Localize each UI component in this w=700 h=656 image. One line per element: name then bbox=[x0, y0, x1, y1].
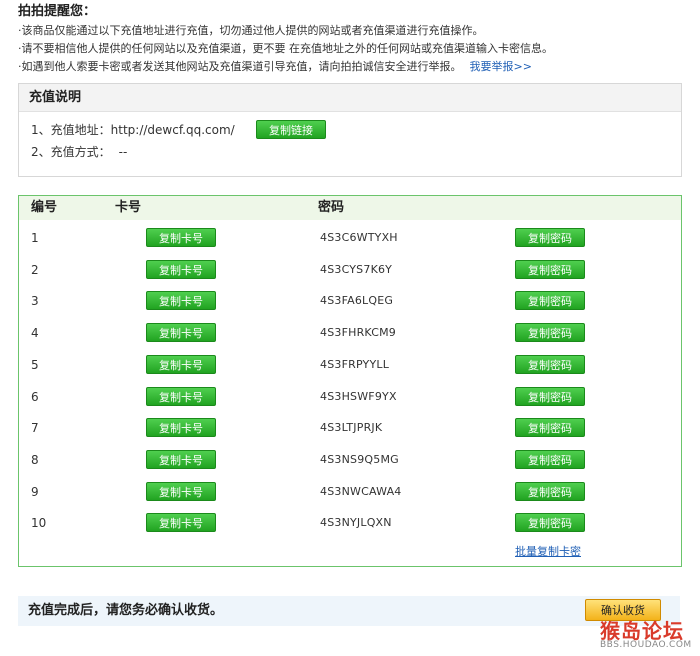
notice-line-1: ·该商品仅能通过以下充值地址进行充值，切勿通过他人提供的网站或者充值渠道进行充值… bbox=[18, 24, 484, 37]
card-password: 4S3CYS7K6Y bbox=[320, 263, 393, 276]
copy-password-button[interactable]: 复制密码 bbox=[515, 387, 585, 406]
table-row: 3 复制卡号 4S3FA6LQEG 复制密码 bbox=[19, 289, 681, 313]
card-table-header: 编号 卡号 密码 bbox=[19, 196, 681, 220]
card-password: 4S3NS9Q5MG bbox=[320, 453, 399, 466]
copy-password-button[interactable]: 复制密码 bbox=[515, 418, 585, 437]
card-table: 编号 卡号 密码 1 复制卡号 4S3C6WTYXH 复制密码 2 复制卡号 4S3CYS7… bbox=[18, 195, 682, 567]
copy-card-button[interactable]: 复制卡号 bbox=[146, 323, 216, 342]
table-row: 8 复制卡号 4S3NS9Q5MG 复制密码 bbox=[19, 448, 681, 472]
row-number: 7 bbox=[31, 421, 39, 435]
card-password: 4S3NYJLQXN bbox=[320, 516, 392, 529]
notice-line-3-text: ·如遇到他人索要卡密或者发送其他网站及充值渠道引导充值，请向拍拍诚信安全进行举报… bbox=[18, 60, 462, 73]
copy-password-button[interactable]: 复制密码 bbox=[515, 260, 585, 279]
table-row: 5 复制卡号 4S3FRPYYLL 复制密码 bbox=[19, 353, 681, 377]
notice-title: 拍拍提醒您： bbox=[18, 4, 97, 19]
table-row: 7 复制卡号 4S3LTJPRJK 复制密码 bbox=[19, 416, 681, 440]
recharge-method-row: 2、充值方式： -- bbox=[31, 142, 127, 162]
card-password: 4S3FA6LQEG bbox=[320, 294, 394, 307]
row-number: 1 bbox=[31, 231, 39, 245]
forum-watermark: 猴岛论坛 BBS.HOUDAO.COM bbox=[600, 615, 696, 655]
confirm-bar: 充值完成后，请您务必确认收货。 确认收货 bbox=[18, 596, 680, 626]
row-number: 10 bbox=[31, 516, 47, 530]
row-number: 4 bbox=[31, 326, 39, 340]
method-label: 2、充值方式： bbox=[31, 145, 111, 159]
row-number: 3 bbox=[31, 294, 39, 308]
card-password: 4S3C6WTYXH bbox=[320, 231, 398, 244]
table-row: 4 复制卡号 4S3FHRKCM9 复制密码 bbox=[19, 321, 681, 345]
address-value: http://dewcf.qq.com/ bbox=[110, 123, 235, 137]
recharge-info-panel: 充值说明 1、充值地址：http://dewcf.qq.com/ 复制链接 2、… bbox=[18, 83, 682, 177]
row-number: 6 bbox=[31, 390, 39, 404]
table-row: 10 复制卡号 4S3NYJLQXN 复制密码 bbox=[19, 511, 681, 535]
batch-copy-link[interactable]: 批量复制卡密 bbox=[515, 543, 581, 559]
copy-password-button[interactable]: 复制密码 bbox=[515, 355, 585, 374]
copy-card-button[interactable]: 复制卡号 bbox=[146, 418, 216, 437]
copy-card-button[interactable]: 复制卡号 bbox=[146, 355, 216, 374]
header-num: 编号 bbox=[31, 200, 58, 215]
table-row: 6 复制卡号 4S3HSWF9YX 复制密码 bbox=[19, 385, 681, 409]
copy-password-button[interactable]: 复制密码 bbox=[515, 291, 585, 310]
row-number: 9 bbox=[31, 485, 39, 499]
notice-line-2: ·请不要相信他人提供的任何网站以及充值渠道，更不要 在充值地址之外的任何网站或充… bbox=[18, 42, 553, 55]
address-label: 1、充值地址： bbox=[31, 123, 111, 137]
recharge-address-row: 1、充值地址：http://dewcf.qq.com/ 复制链接 bbox=[31, 120, 326, 140]
copy-password-button[interactable]: 复制密码 bbox=[515, 450, 585, 469]
copy-password-button[interactable]: 复制密码 bbox=[515, 228, 585, 247]
header-pwd: 密码 bbox=[318, 200, 345, 215]
table-row: 9 复制卡号 4S3NWCAWA4 复制密码 bbox=[19, 480, 681, 504]
method-value: -- bbox=[118, 145, 128, 159]
card-password: 4S3FHRKCM9 bbox=[320, 326, 397, 339]
recharge-info-title: 充值说明 bbox=[19, 84, 681, 112]
card-password: 4S3LTJPRJK bbox=[320, 421, 383, 434]
table-row: 2 复制卡号 4S3CYS7K6Y 复制密码 bbox=[19, 258, 681, 282]
copy-card-button[interactable]: 复制卡号 bbox=[146, 482, 216, 501]
copy-card-button[interactable]: 复制卡号 bbox=[146, 450, 216, 469]
row-number: 5 bbox=[31, 358, 39, 372]
watermark-url: BBS.HOUDAO.COM bbox=[600, 640, 692, 650]
row-number: 8 bbox=[31, 453, 39, 467]
report-link[interactable]: 我要举报>> bbox=[470, 60, 532, 73]
copy-card-button[interactable]: 复制卡号 bbox=[146, 260, 216, 279]
row-number: 2 bbox=[31, 263, 39, 277]
copy-card-button[interactable]: 复制卡号 bbox=[146, 387, 216, 406]
confirm-hint: 充值完成后，请您务必确认收货。 bbox=[28, 603, 224, 618]
copy-card-button[interactable]: 复制卡号 bbox=[146, 513, 216, 532]
card-password: 4S3FRPYYLL bbox=[320, 358, 390, 371]
copy-password-button[interactable]: 复制密码 bbox=[515, 482, 585, 501]
copy-password-button[interactable]: 复制密码 bbox=[515, 323, 585, 342]
copy-link-button[interactable]: 复制链接 bbox=[256, 120, 326, 139]
table-row: 1 复制卡号 4S3C6WTYXH 复制密码 bbox=[19, 226, 681, 250]
warning-notice: 拍拍提醒您： ·该商品仅能通过以下充值地址进行充值，切勿通过他人提供的网站或者充… bbox=[18, 2, 688, 76]
copy-card-button[interactable]: 复制卡号 bbox=[146, 228, 216, 247]
header-card: 卡号 bbox=[115, 200, 142, 215]
card-password: 4S3NWCAWA4 bbox=[320, 485, 402, 498]
copy-password-button[interactable]: 复制密码 bbox=[515, 513, 585, 532]
copy-card-button[interactable]: 复制卡号 bbox=[146, 291, 216, 310]
card-password: 4S3HSWF9YX bbox=[320, 390, 397, 403]
notice-line-3: ·如遇到他人索要卡密或者发送其他网站及充值渠道引导充值，请向拍拍诚信安全进行举报… bbox=[18, 58, 688, 76]
